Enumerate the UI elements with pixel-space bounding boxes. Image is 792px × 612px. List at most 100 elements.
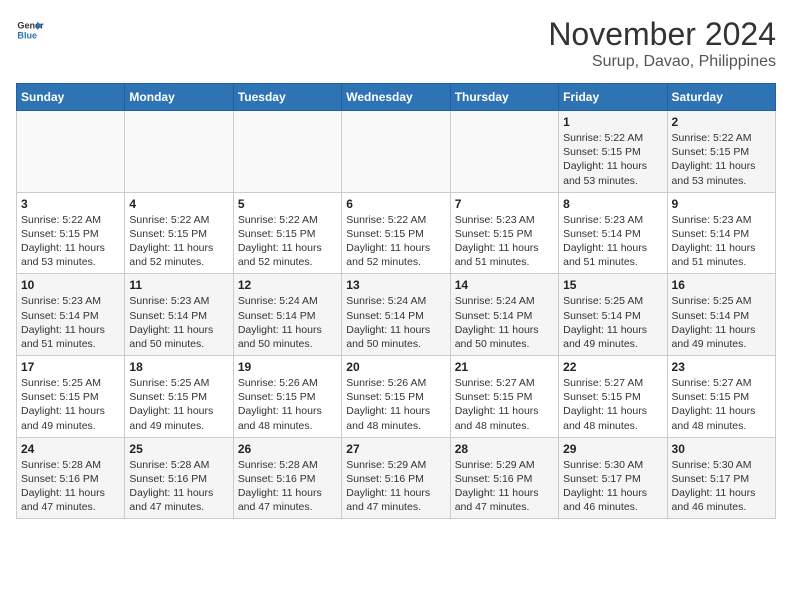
calendar-cell: 27 Sunrise: 5:29 AMSunset: 5:16 PMDayligh… (342, 437, 450, 519)
day-number: 28 (455, 442, 554, 456)
calendar-cell: 20 Sunrise: 5:26 AMSunset: 5:15 PMDayligh… (342, 356, 450, 438)
calendar-cell: 2Sunrise: 5:22 AMSunset: 5:15 PMDaylight… (667, 111, 775, 193)
calendar-cell: 24 Sunrise: 5:28 AMSunset: 5:16 PMDayligh… (17, 437, 125, 519)
day-info: Sunrise: 5:22 AMSunset: 5:15 PMDaylight:… (238, 213, 337, 270)
day-info: Sunrise: 5:29 AMSunset: 5:16 PMDaylight:… (455, 458, 554, 515)
calendar-cell (450, 111, 558, 193)
day-info: Sunrise: 5:25 AMSunset: 5:14 PMDaylight:… (563, 294, 662, 351)
calendar-cell: 23 Sunrise: 5:27 AMSunset: 5:15 PMDayligh… (667, 356, 775, 438)
day-number: 18 (129, 360, 228, 374)
day-info: Sunrise: 5:27 AMSunset: 5:15 PMDaylight:… (563, 376, 662, 433)
day-number: 24 (21, 442, 120, 456)
day-info: Sunrise: 5:23 AMSunset: 5:14 PMDaylight:… (672, 213, 771, 270)
day-of-week-header: Friday (559, 84, 667, 111)
day-number: 9 (672, 197, 771, 211)
calendar-cell: 30 Sunrise: 5:30 AMSunset: 5:17 PMDayligh… (667, 437, 775, 519)
day-number: 11 (129, 278, 228, 292)
day-info: Sunrise: 5:22 AMSunset: 5:15 PMDaylight:… (21, 213, 120, 270)
calendar-cell: 25 Sunrise: 5:28 AMSunset: 5:16 PMDayligh… (125, 437, 233, 519)
calendar-cell: 29 Sunrise: 5:30 AMSunset: 5:17 PMDayligh… (559, 437, 667, 519)
day-number: 30 (672, 442, 771, 456)
calendar-cell: 17 Sunrise: 5:25 AMSunset: 5:15 PMDayligh… (17, 356, 125, 438)
calendar-cell: 6 Sunrise: 5:22 AMSunset: 5:15 PMDaylight… (342, 192, 450, 274)
day-info: Sunrise: 5:25 AMSunset: 5:14 PMDaylight:… (672, 294, 771, 351)
calendar-cell: 22 Sunrise: 5:27 AMSunset: 5:15 PMDayligh… (559, 356, 667, 438)
calendar-table: SundayMondayTuesdayWednesdayThursdayFrid… (16, 83, 776, 519)
day-number: 27 (346, 442, 445, 456)
day-info: Sunrise: 5:22 AMSunset: 5:15 PMDaylight:… (672, 131, 771, 188)
day-number: 8 (563, 197, 662, 211)
day-number: 6 (346, 197, 445, 211)
day-number: 20 (346, 360, 445, 374)
calendar-cell: 21 Sunrise: 5:27 AMSunset: 5:15 PMDayligh… (450, 356, 558, 438)
day-number: 19 (238, 360, 337, 374)
calendar-cell: 14 Sunrise: 5:24 AMSunset: 5:14 PMDayligh… (450, 274, 558, 356)
calendar-cell: 19 Sunrise: 5:26 AMSunset: 5:15 PMDayligh… (233, 356, 341, 438)
day-info: Sunrise: 5:22 AMSunset: 5:15 PMDaylight:… (129, 213, 228, 270)
day-number: 21 (455, 360, 554, 374)
day-info: Sunrise: 5:28 AMSunset: 5:16 PMDaylight:… (238, 458, 337, 515)
page-header: General Blue November 2024 Surup, Davao,… (16, 16, 776, 71)
day-info: Sunrise: 5:23 AMSunset: 5:15 PMDaylight:… (455, 213, 554, 270)
day-number: 15 (563, 278, 662, 292)
calendar-cell: 12 Sunrise: 5:24 AMSunset: 5:14 PMDayligh… (233, 274, 341, 356)
day-info: Sunrise: 5:24 AMSunset: 5:14 PMDaylight:… (346, 294, 445, 351)
day-info: Sunrise: 5:28 AMSunset: 5:16 PMDaylight:… (129, 458, 228, 515)
svg-text:Blue: Blue (17, 30, 37, 40)
day-info: Sunrise: 5:23 AMSunset: 5:14 PMDaylight:… (129, 294, 228, 351)
title-block: November 2024 Surup, Davao, Philippines (548, 16, 776, 71)
day-number: 17 (21, 360, 120, 374)
calendar-cell: 18 Sunrise: 5:25 AMSunset: 5:15 PMDayligh… (125, 356, 233, 438)
day-info: Sunrise: 5:24 AMSunset: 5:14 PMDaylight:… (455, 294, 554, 351)
calendar-cell: 11 Sunrise: 5:23 AMSunset: 5:14 PMDayligh… (125, 274, 233, 356)
day-number: 1 (563, 115, 662, 129)
day-info: Sunrise: 5:24 AMSunset: 5:14 PMDaylight:… (238, 294, 337, 351)
day-number: 16 (672, 278, 771, 292)
day-info: Sunrise: 5:23 AMSunset: 5:14 PMDaylight:… (21, 294, 120, 351)
calendar-cell (125, 111, 233, 193)
day-info: Sunrise: 5:22 AMSunset: 5:15 PMDaylight:… (563, 131, 662, 188)
calendar-cell (17, 111, 125, 193)
day-number: 12 (238, 278, 337, 292)
calendar-cell: 28 Sunrise: 5:29 AMSunset: 5:16 PMDayligh… (450, 437, 558, 519)
day-number: 4 (129, 197, 228, 211)
day-number: 14 (455, 278, 554, 292)
day-info: Sunrise: 5:26 AMSunset: 5:15 PMDaylight:… (238, 376, 337, 433)
day-of-week-header: Tuesday (233, 84, 341, 111)
logo-icon: General Blue (16, 16, 44, 44)
day-info: Sunrise: 5:28 AMSunset: 5:16 PMDaylight:… (21, 458, 120, 515)
location-subtitle: Surup, Davao, Philippines (548, 53, 776, 71)
day-number: 7 (455, 197, 554, 211)
day-info: Sunrise: 5:25 AMSunset: 5:15 PMDaylight:… (21, 376, 120, 433)
calendar-cell: 3Sunrise: 5:22 AMSunset: 5:15 PMDaylight… (17, 192, 125, 274)
day-info: Sunrise: 5:27 AMSunset: 5:15 PMDaylight:… (455, 376, 554, 433)
day-number: 5 (238, 197, 337, 211)
calendar-cell: 4 Sunrise: 5:22 AMSunset: 5:15 PMDaylight… (125, 192, 233, 274)
calendar-cell: 7 Sunrise: 5:23 AMSunset: 5:15 PMDaylight… (450, 192, 558, 274)
day-info: Sunrise: 5:26 AMSunset: 5:15 PMDaylight:… (346, 376, 445, 433)
day-number: 10 (21, 278, 120, 292)
day-info: Sunrise: 5:22 AMSunset: 5:15 PMDaylight:… (346, 213, 445, 270)
day-of-week-header: Sunday (17, 84, 125, 111)
calendar-cell: 16 Sunrise: 5:25 AMSunset: 5:14 PMDayligh… (667, 274, 775, 356)
calendar-cell: 1 Sunrise: 5:22 AMSunset: 5:15 PMDaylight… (559, 111, 667, 193)
day-info: Sunrise: 5:29 AMSunset: 5:16 PMDaylight:… (346, 458, 445, 515)
day-of-week-header: Thursday (450, 84, 558, 111)
day-of-week-header: Wednesday (342, 84, 450, 111)
calendar-cell: 15 Sunrise: 5:25 AMSunset: 5:14 PMDayligh… (559, 274, 667, 356)
day-number: 25 (129, 442, 228, 456)
calendar-cell: 8Sunrise: 5:23 AMSunset: 5:14 PMDaylight… (559, 192, 667, 274)
day-info: Sunrise: 5:30 AMSunset: 5:17 PMDaylight:… (563, 458, 662, 515)
day-info: Sunrise: 5:30 AMSunset: 5:17 PMDaylight:… (672, 458, 771, 515)
calendar-cell: 9 Sunrise: 5:23 AMSunset: 5:14 PMDaylight… (667, 192, 775, 274)
day-number: 29 (563, 442, 662, 456)
calendar-cell: 13 Sunrise: 5:24 AMSunset: 5:14 PMDayligh… (342, 274, 450, 356)
day-info: Sunrise: 5:25 AMSunset: 5:15 PMDaylight:… (129, 376, 228, 433)
day-number: 13 (346, 278, 445, 292)
day-number: 23 (672, 360, 771, 374)
day-of-week-header: Monday (125, 84, 233, 111)
calendar-cell (342, 111, 450, 193)
day-number: 22 (563, 360, 662, 374)
day-info: Sunrise: 5:27 AMSunset: 5:15 PMDaylight:… (672, 376, 771, 433)
month-year-title: November 2024 (548, 16, 776, 53)
